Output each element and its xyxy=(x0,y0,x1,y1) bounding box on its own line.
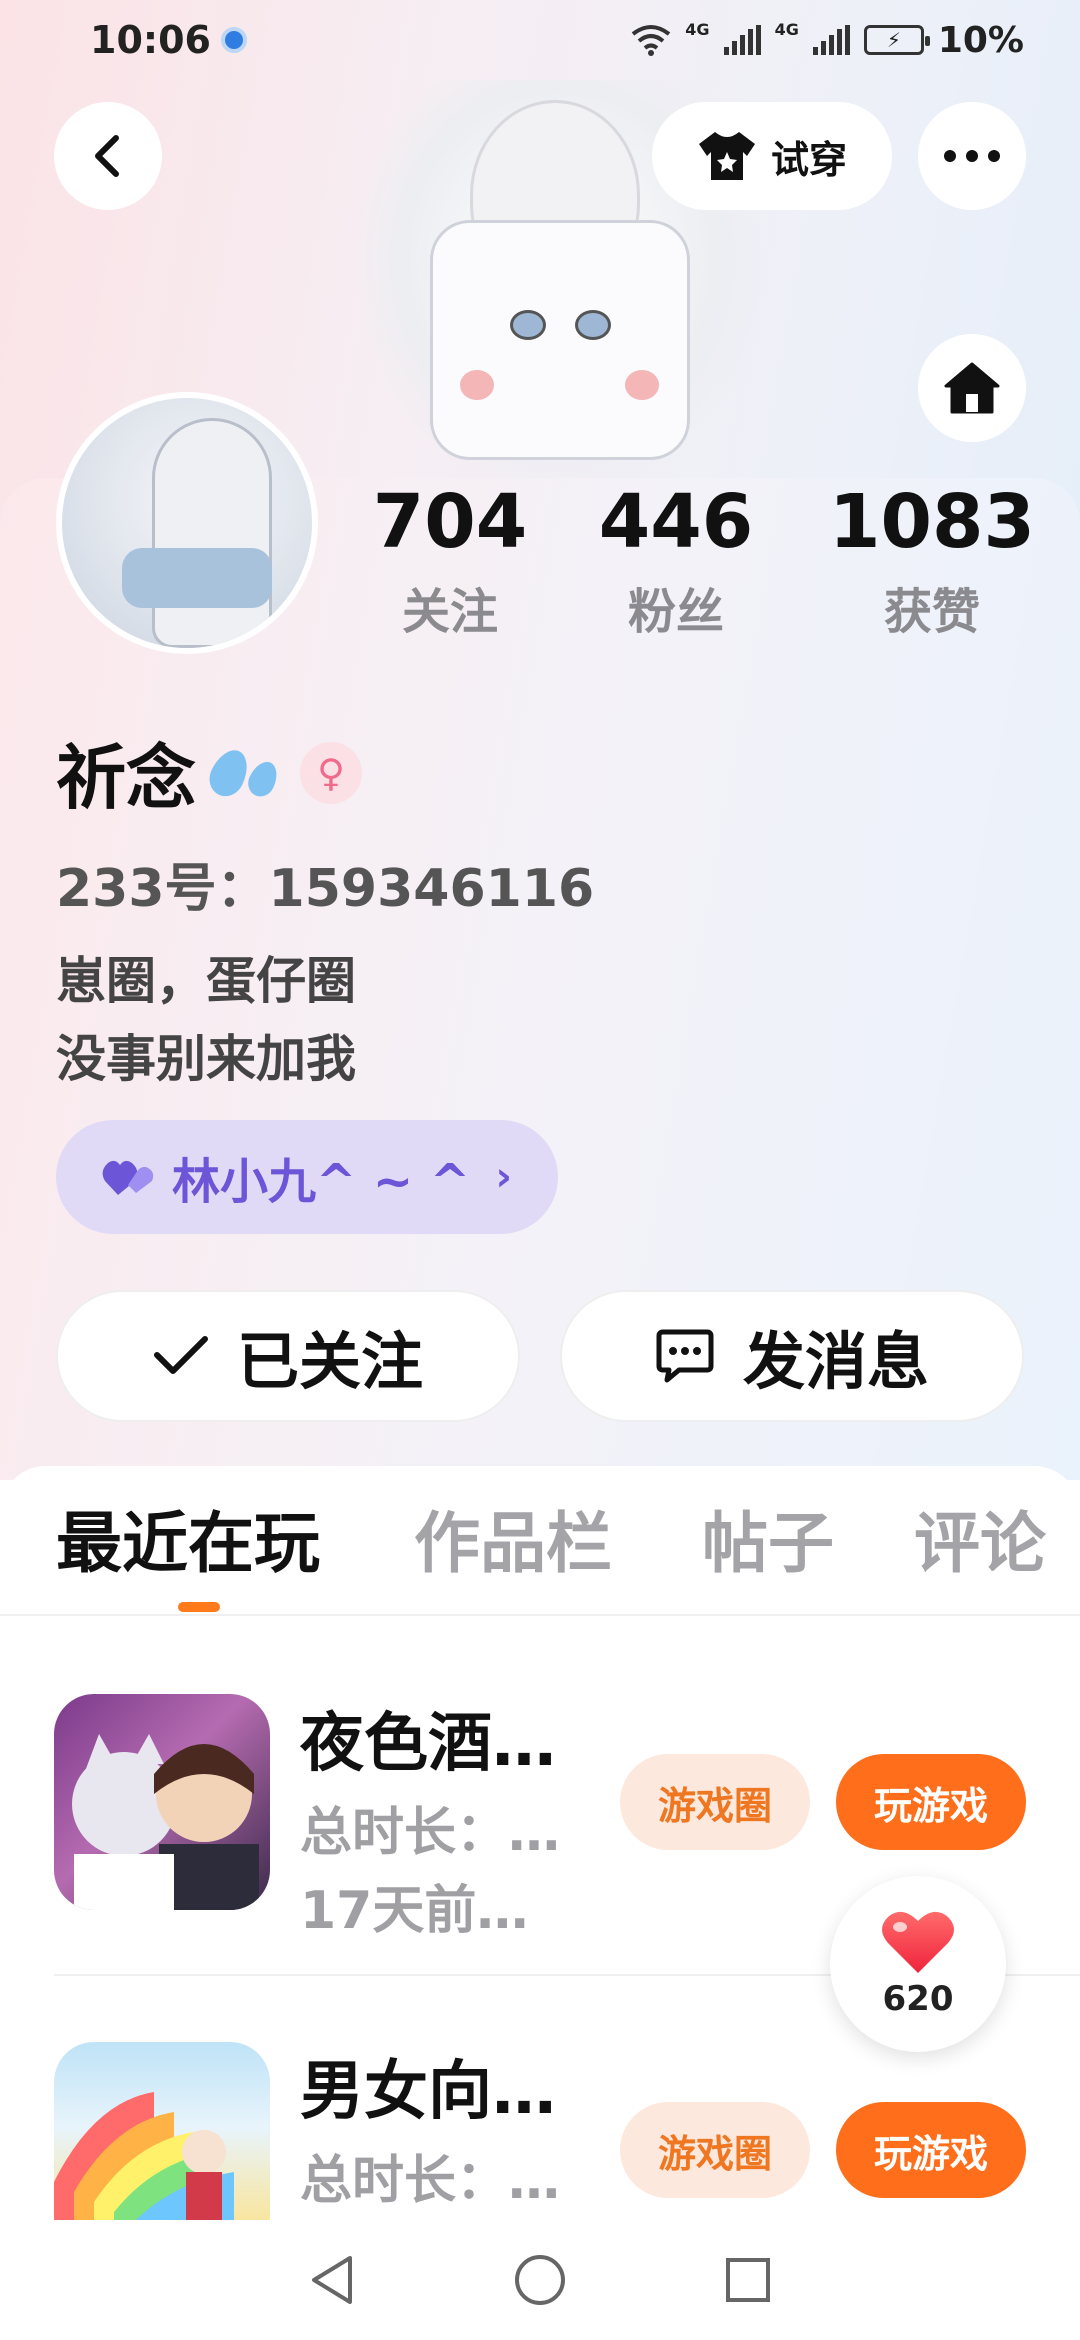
like-count: 620 xyxy=(882,1979,954,2019)
bonded-friend-chip[interactable]: 林小九^ ~ ^ › xyxy=(56,1120,558,1234)
chat-bubble-icon xyxy=(656,1329,714,1383)
banner-eye xyxy=(510,310,546,340)
like-button[interactable]: 620 xyxy=(830,1876,1006,2052)
stat-likes-count: 1083 xyxy=(829,479,1035,565)
user-id[interactable]: 233号：159346116 xyxy=(56,846,594,921)
stat-following-label: 关注 xyxy=(401,584,498,640)
signal-icon xyxy=(812,25,850,55)
banner-eye xyxy=(575,310,611,340)
game-circle-button[interactable]: 游戏圈 xyxy=(620,1754,810,1850)
bio: 崽圈，蛋仔圈 没事别来加我 xyxy=(56,942,356,1098)
game-title: 男女向… xyxy=(300,2055,556,2129)
back-arrow-icon xyxy=(95,135,119,177)
stat-likes[interactable]: 1083 获赞 xyxy=(822,480,1042,642)
chevron-right-icon: › xyxy=(495,1154,512,1200)
stat-following[interactable]: 704 关注 xyxy=(370,480,530,642)
female-gender-icon: ♀ xyxy=(300,741,362,804)
game-last-played: 17天前… xyxy=(300,1881,529,1941)
play-game-button[interactable]: 玩游戏 xyxy=(836,2102,1026,2198)
profile-tabs: 最近在玩 作品栏 帖子 评论 xyxy=(0,1490,1080,1610)
wifi-icon xyxy=(632,25,671,56)
home-button[interactable] xyxy=(918,334,1026,442)
home-icon xyxy=(944,362,1000,414)
battery-percent: 10% xyxy=(937,19,1024,61)
name-row: 祈念 ♀ xyxy=(56,722,362,823)
banner-character-pillow xyxy=(430,220,690,460)
tab-recently-played[interactable]: 最近在玩 xyxy=(56,1490,320,1586)
tshirt-icon xyxy=(698,132,755,180)
nav-back-icon[interactable] xyxy=(308,2254,356,2306)
status-time-group: 10:06 xyxy=(90,18,247,62)
following-label: 已关注 xyxy=(236,1325,423,1398)
try-on-label: 试穿 xyxy=(770,137,847,182)
tab-works[interactable]: 作品栏 xyxy=(414,1490,612,1586)
game-duration: 总时长：… xyxy=(300,2151,561,2211)
banner-blush xyxy=(625,370,659,400)
nav-recents-icon[interactable] xyxy=(724,2256,772,2304)
stat-fans-label: 粉丝 xyxy=(627,584,724,640)
bio-line: 崽圈，蛋仔圈 xyxy=(56,952,356,1010)
app-notification-icon xyxy=(220,27,247,53)
more-button[interactable] xyxy=(918,102,1026,210)
message-label: 发消息 xyxy=(742,1325,929,1398)
more-dots-icon xyxy=(944,150,1000,162)
tab-posts[interactable]: 帖子 xyxy=(702,1490,834,1586)
game-art-icon xyxy=(72,1734,259,1910)
banner-blush xyxy=(460,370,494,400)
network-type: 4G xyxy=(774,19,799,39)
system-navigation-bar xyxy=(0,2220,1080,2340)
stat-fans-count: 446 xyxy=(598,479,754,565)
bonded-friend-name: 林小九^ ~ ^ xyxy=(172,1154,471,1210)
checkmark-icon xyxy=(153,1336,208,1374)
following-button[interactable]: 已关注 xyxy=(56,1290,520,1422)
try-on-button[interactable]: 试穿 xyxy=(652,102,892,210)
active-tab-indicator xyxy=(178,1602,220,1612)
message-button[interactable]: 发消息 xyxy=(560,1290,1024,1422)
divider xyxy=(0,1614,1080,1616)
profile-name: 祈念 xyxy=(56,737,196,819)
profile-stats: 704 关注 446 粉丝 1083 获赞 xyxy=(0,480,1080,660)
stat-likes-label: 获赞 xyxy=(883,584,980,640)
status-time: 10:06 xyxy=(90,18,211,62)
game-title: 夜色酒… xyxy=(300,1707,556,1781)
play-game-button[interactable]: 玩游戏 xyxy=(836,1754,1026,1850)
game-circle-button[interactable]: 游戏圈 xyxy=(620,2102,810,2198)
double-heart-icon xyxy=(102,1160,154,1195)
network-type: 4G xyxy=(685,19,710,39)
status-bar: 10:06 4G 4G ⚡ 10% xyxy=(0,0,1080,80)
tab-comments[interactable]: 评论 xyxy=(914,1490,1046,1586)
nav-home-icon[interactable] xyxy=(513,2253,567,2307)
sweat-drops-emoji-icon xyxy=(203,743,283,802)
back-button[interactable] xyxy=(54,102,162,210)
signal-icon xyxy=(723,25,761,55)
game-duration: 总时长：… xyxy=(300,1803,561,1863)
bio-line: 没事别来加我 xyxy=(56,1030,356,1088)
status-right-group: 4G 4G ⚡ 10% xyxy=(631,20,1024,61)
stat-following-count: 704 xyxy=(372,479,528,565)
heart-icon xyxy=(882,1911,954,1973)
game-icon xyxy=(54,1694,270,1910)
battery-icon: ⚡ xyxy=(863,25,930,55)
stat-fans[interactable]: 446 粉丝 xyxy=(596,480,756,642)
